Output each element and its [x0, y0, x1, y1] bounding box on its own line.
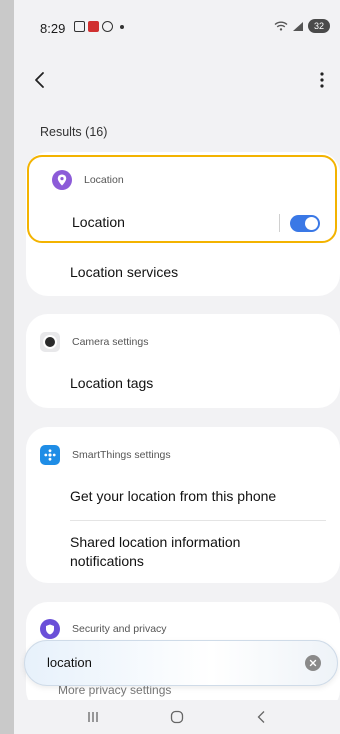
navigation-bar	[14, 700, 340, 734]
toggle-separator	[279, 214, 280, 232]
back-button[interactable]	[26, 66, 54, 94]
divider	[70, 520, 326, 521]
category-label: Security and privacy	[72, 623, 167, 635]
result-item-location-services[interactable]: Location services	[26, 255, 340, 291]
location-toggle[interactable]	[290, 215, 320, 232]
result-item-shared-location[interactable]: Shared location information notification…	[26, 527, 340, 577]
camera-icon	[40, 332, 60, 352]
notification-icons	[74, 21, 124, 32]
registered-icon	[102, 21, 113, 32]
home-button[interactable]	[162, 706, 192, 728]
signal-icon	[293, 21, 303, 31]
search-input[interactable]: location	[47, 655, 92, 670]
gallery-icon	[74, 21, 85, 32]
app-notification-icon	[88, 21, 99, 32]
result-item-label: Location tags	[70, 375, 154, 391]
result-item-get-location[interactable]: Get your location from this phone	[26, 479, 340, 515]
more-notifications-icon	[120, 24, 124, 29]
result-group-smartthings: SmartThings settings Get your location f…	[26, 427, 340, 583]
category-label: SmartThings settings	[72, 449, 171, 461]
status-time: 8:29	[40, 21, 66, 36]
status-bar: 8:29 32	[14, 0, 340, 58]
battery-indicator: 32	[308, 19, 330, 33]
category-label: Camera settings	[72, 336, 149, 348]
recent-apps-icon	[88, 712, 98, 722]
result-item-label: Shared location information notification…	[70, 534, 241, 569]
result-group-camera: Camera settings Location tags	[26, 314, 340, 408]
result-item-location-tags[interactable]: Location tags	[26, 366, 340, 402]
result-item-label: Get your location from this phone	[70, 488, 277, 504]
search-bar[interactable]: location	[24, 640, 338, 686]
more-options-button[interactable]	[308, 66, 336, 94]
home-icon	[170, 710, 184, 724]
result-item-label: Location services	[70, 264, 179, 280]
results-count: Results (16)	[40, 125, 108, 139]
category-header-highlight: Location	[52, 170, 124, 190]
back-nav-icon	[257, 711, 265, 723]
category-header: Security and privacy	[40, 619, 167, 639]
result-item-location[interactable]: Location	[28, 205, 336, 241]
phone-screen: 8:29 32 Results (16) Location Location L…	[14, 0, 340, 734]
smartthings-icon	[40, 445, 60, 465]
more-vertical-icon	[320, 72, 324, 88]
system-icons: 32	[274, 19, 330, 33]
clear-search-button[interactable]	[305, 655, 321, 671]
clear-icon	[309, 659, 317, 667]
wifi-icon	[274, 21, 288, 31]
category-header: SmartThings settings	[40, 445, 171, 465]
back-nav-button[interactable]	[246, 706, 276, 728]
location-pin-icon	[52, 170, 72, 190]
result-item-label: Location	[72, 214, 125, 230]
recent-apps-button[interactable]	[78, 706, 108, 728]
shield-icon	[40, 619, 60, 639]
chevron-left-icon	[35, 72, 44, 88]
category-header: Camera settings	[40, 332, 148, 352]
category-label: Location	[84, 174, 124, 186]
